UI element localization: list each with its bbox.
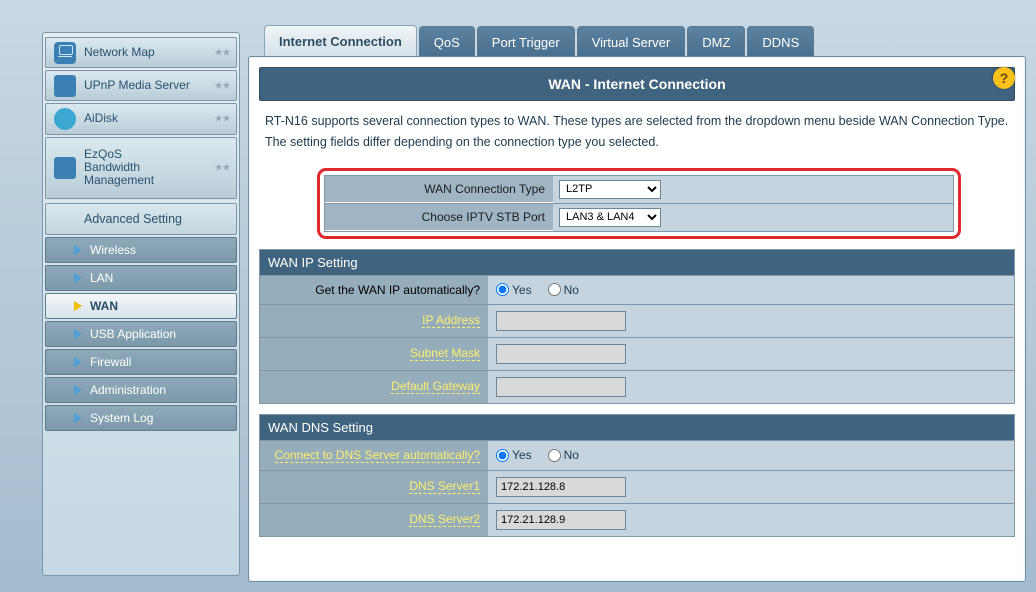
- ip-address-label: IP Address: [422, 313, 480, 328]
- ad-icon: [54, 108, 76, 130]
- page-banner: WAN - Internet Connection ?: [259, 67, 1015, 101]
- wan-ip-block: WAN IP Setting Get the WAN IP automatica…: [259, 249, 1015, 404]
- sidebar-sub-firewall[interactable]: Firewall: [45, 349, 237, 375]
- tab-dmz[interactable]: DMZ: [687, 26, 745, 58]
- default-gateway-label: Default Gateway: [391, 379, 480, 394]
- play-icon: [74, 385, 82, 395]
- sidebar-item-ezqos[interactable]: EzQoSBandwidthManagement★★: [45, 137, 237, 199]
- tab-ddns[interactable]: DDNS: [747, 26, 814, 58]
- sidebar-section-advanced: Advanced Setting: [45, 203, 237, 235]
- sidebar-item-aidisk[interactable]: AiDisk★★: [45, 103, 237, 134]
- dns1-input[interactable]: [496, 477, 626, 497]
- wan-ip-heading: WAN IP Setting: [260, 250, 1014, 275]
- sidebar-item-upnp[interactable]: UPnP Media Server★★: [45, 70, 237, 101]
- sidebar-sub-lan[interactable]: LAN: [45, 265, 237, 291]
- tab-qos[interactable]: QoS: [419, 26, 475, 58]
- tab-virtual-server[interactable]: Virtual Server: [577, 26, 686, 58]
- tab-internet-connection[interactable]: Internet Connection: [264, 25, 417, 58]
- play-icon: [74, 329, 82, 339]
- ez-icon: [54, 157, 76, 179]
- star-icon: ★★: [214, 47, 230, 58]
- wan-ip-auto-yes[interactable]: [496, 283, 509, 296]
- iptv-port-label: Choose IPTV STB Port: [325, 204, 553, 230]
- sidebar: Network Map★★UPnP Media Server★★AiDisk★★…: [42, 32, 240, 576]
- up-icon: [54, 75, 76, 97]
- wan-dns-block: WAN DNS Setting Connect to DNS Server au…: [259, 414, 1015, 537]
- help-icon[interactable]: ?: [993, 67, 1015, 89]
- play-icon: [74, 301, 82, 311]
- dns1-label: DNS Server1: [409, 479, 480, 494]
- dns-auto-label: Connect to DNS Server automatically?: [275, 448, 480, 463]
- nm-icon: [54, 42, 76, 64]
- iptv-port-select[interactable]: LAN3 & LAN4: [559, 208, 661, 227]
- subnet-mask-input[interactable]: [496, 344, 626, 364]
- star-icon: ★★: [214, 162, 230, 173]
- sidebar-sub-usb[interactable]: USB Application: [45, 321, 237, 347]
- tab-port-trigger[interactable]: Port Trigger: [477, 26, 575, 58]
- sidebar-sub-admin[interactable]: Administration: [45, 377, 237, 403]
- highlighted-region: WAN Connection Type L2TP Choose IPTV STB…: [317, 168, 961, 239]
- dns2-input[interactable]: [496, 510, 626, 530]
- tab-strip: Internet ConnectionQoSPort TriggerVirtua…: [264, 24, 816, 58]
- page-title: WAN - Internet Connection: [548, 76, 725, 92]
- dns-auto-yes[interactable]: [496, 449, 509, 462]
- sidebar-sub-wireless[interactable]: Wireless: [45, 237, 237, 263]
- star-icon: ★★: [214, 80, 230, 91]
- play-icon: [74, 273, 82, 283]
- sidebar-item-network-map[interactable]: Network Map★★: [45, 37, 237, 68]
- dns2-label: DNS Server2: [409, 512, 480, 527]
- ip-address-input[interactable]: [496, 311, 626, 331]
- subnet-mask-label: Subnet Mask: [410, 346, 480, 361]
- intro-text: RT-N16 supports several connection types…: [259, 101, 1015, 168]
- conn-type-label: WAN Connection Type: [325, 176, 553, 202]
- conn-type-select[interactable]: L2TP: [559, 180, 661, 199]
- play-icon: [74, 245, 82, 255]
- play-icon: [74, 413, 82, 423]
- sidebar-sub-syslog[interactable]: System Log: [45, 405, 237, 431]
- main-panel: WAN - Internet Connection ? RT-N16 suppo…: [248, 56, 1026, 582]
- wan-dns-heading: WAN DNS Setting: [260, 415, 1014, 440]
- wan-ip-auto-no[interactable]: [548, 283, 561, 296]
- play-icon: [74, 357, 82, 367]
- star-icon: ★★: [214, 113, 230, 124]
- sidebar-section-label: Advanced Setting: [84, 212, 182, 226]
- dns-auto-no[interactable]: [548, 449, 561, 462]
- default-gateway-input[interactable]: [496, 377, 626, 397]
- sidebar-sub-wan[interactable]: WAN: [45, 293, 237, 319]
- wan-ip-auto-label: Get the WAN IP automatically?: [315, 283, 480, 297]
